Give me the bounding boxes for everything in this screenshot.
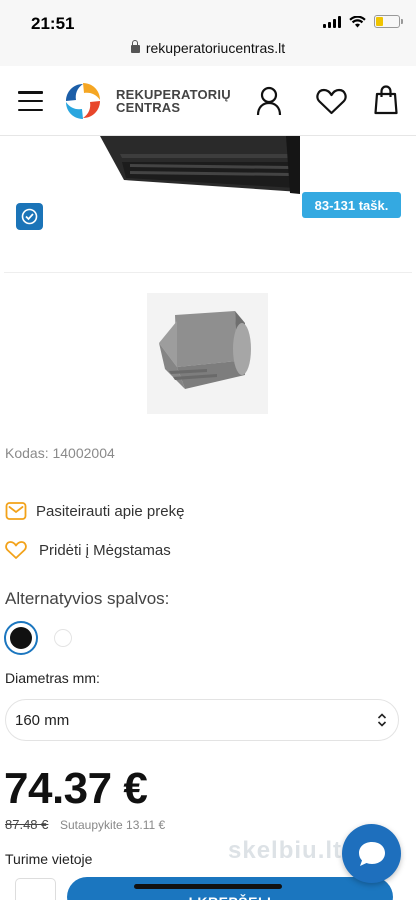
old-price: 87.48 €	[5, 817, 49, 832]
add-to-favorites-label: Pridėti į Mėgstamas	[39, 541, 171, 559]
favorite-heart-icon	[5, 541, 27, 559]
add-to-favorites-link[interactable]: Pridėti į Mėgstamas	[5, 540, 171, 560]
logo-line-2: CENTRAS	[116, 100, 181, 115]
lock-icon	[130, 40, 140, 53]
price: 74.37 €	[4, 764, 148, 813]
mail-icon	[5, 502, 27, 520]
color-swatch-black[interactable]	[4, 621, 38, 655]
url-bar[interactable]: rekuperatoriucentras.lt	[0, 40, 416, 66]
points-badge: 83-131 tašk.	[302, 192, 401, 218]
user-icon[interactable]	[256, 86, 282, 116]
diameter-select[interactable]: 160 mm	[5, 699, 399, 741]
menu-icon[interactable]	[18, 91, 43, 111]
logo-mark-icon	[66, 83, 100, 119]
product-thumbnail-image	[159, 311, 251, 389]
home-indicator	[134, 884, 282, 889]
verified-check-icon	[16, 203, 43, 230]
heart-icon[interactable]	[316, 88, 347, 115]
status-icons	[323, 15, 403, 28]
quantity-input[interactable]	[15, 878, 56, 900]
wifi-icon	[349, 15, 366, 27]
product-thumbnail[interactable]	[147, 293, 268, 414]
site-logo[interactable]: REKUPERATORIŲ CENTRAS	[62, 80, 231, 122]
savings-text: Sutaupykite 13.11 €	[60, 818, 166, 832]
color-swatch-white[interactable]	[54, 629, 72, 647]
select-chevron-icon	[377, 713, 387, 727]
bag-icon[interactable]	[374, 85, 398, 115]
alt-colors-title: Alternatyvios spalvos:	[5, 589, 170, 608]
url-text: rekuperatoriucentras.lt	[145, 40, 286, 56]
watermark: skelbiu.lt	[228, 837, 343, 864]
product-code: Kodas: 14002004	[5, 445, 115, 461]
product-hood-image	[100, 136, 300, 194]
site-header: REKUPERATORIŲ CENTRAS	[0, 66, 416, 136]
signal-icon	[323, 15, 341, 28]
logo-text: REKUPERATORIŲ CENTRAS	[116, 88, 231, 114]
product-main-image[interactable]: 83-131 tašk.	[4, 136, 412, 273]
stock-status: Turime vietoje	[5, 851, 93, 867]
chat-bubble-icon	[358, 841, 385, 866]
battery-icon	[374, 15, 403, 28]
ask-about-product-link[interactable]: Pasiteirauti apie prekę	[5, 501, 184, 521]
ask-about-product-label: Pasiteirauti apie prekę	[36, 502, 185, 520]
status-bar: 21:51	[0, 0, 416, 40]
diameter-select-value: 160 mm	[15, 711, 70, 729]
chat-button[interactable]	[342, 824, 401, 883]
diameter-label: Diametras mm:	[5, 670, 100, 686]
status-time: 21:51	[31, 14, 75, 33]
